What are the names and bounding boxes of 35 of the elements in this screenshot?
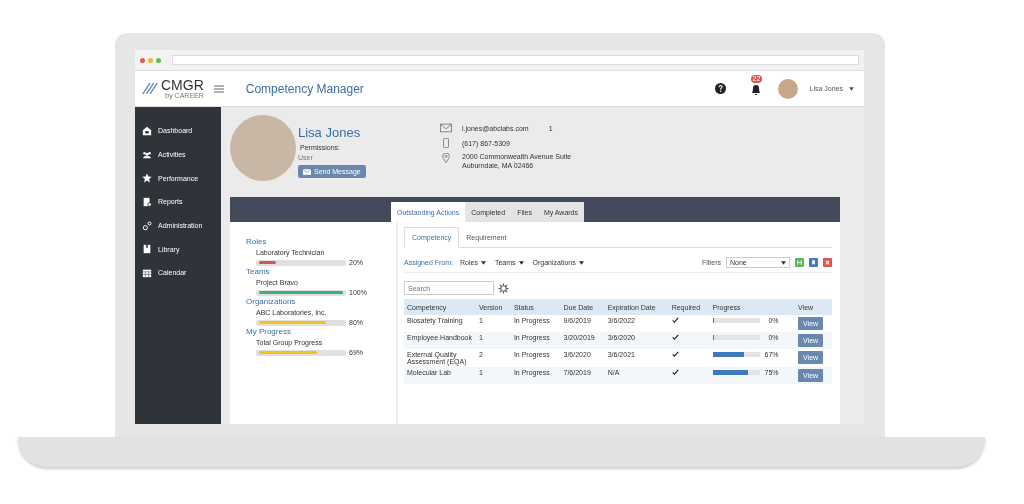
avatar[interactable] [777,78,798,99]
caret-icon [518,260,524,265]
location-pin-icon [440,153,452,163]
people-icon [142,149,152,160]
house-icon [142,125,152,136]
logo-text: CMGR [161,77,204,92]
caret-icon [781,260,786,265]
app-title: Competency Manager [245,81,364,96]
calendar-icon [142,267,152,278]
caret-icon [480,260,486,265]
gears-icon [142,220,152,231]
window-dot-icon[interactable] [156,57,161,63]
window-dot-icon[interactable] [140,57,145,63]
document-icon [142,196,152,207]
phone-icon [440,138,452,148]
envelope-icon [303,168,311,175]
caret-icon[interactable] [849,86,854,91]
profile-name: Lisa Jones [298,125,362,140]
section-heading: Teams [246,267,271,276]
menu-icon[interactable] [213,84,224,93]
close-icon[interactable] [823,258,832,267]
window-dot-icon[interactable] [148,57,153,63]
book-icon [142,244,152,255]
caret-icon [578,260,584,265]
settings-icon[interactable] [498,282,509,294]
section-heading: My Progress [246,327,292,336]
star-icon [142,173,152,184]
bookmark-icon[interactable] [809,258,818,267]
logo-icon [141,81,159,96]
section-heading: Roles [246,237,268,246]
envelope-icon [440,123,452,133]
save-icon[interactable] [795,258,804,267]
bell-icon[interactable] [749,83,762,96]
section-heading: Organizations [246,297,297,306]
help-icon[interactable] [714,83,726,94]
